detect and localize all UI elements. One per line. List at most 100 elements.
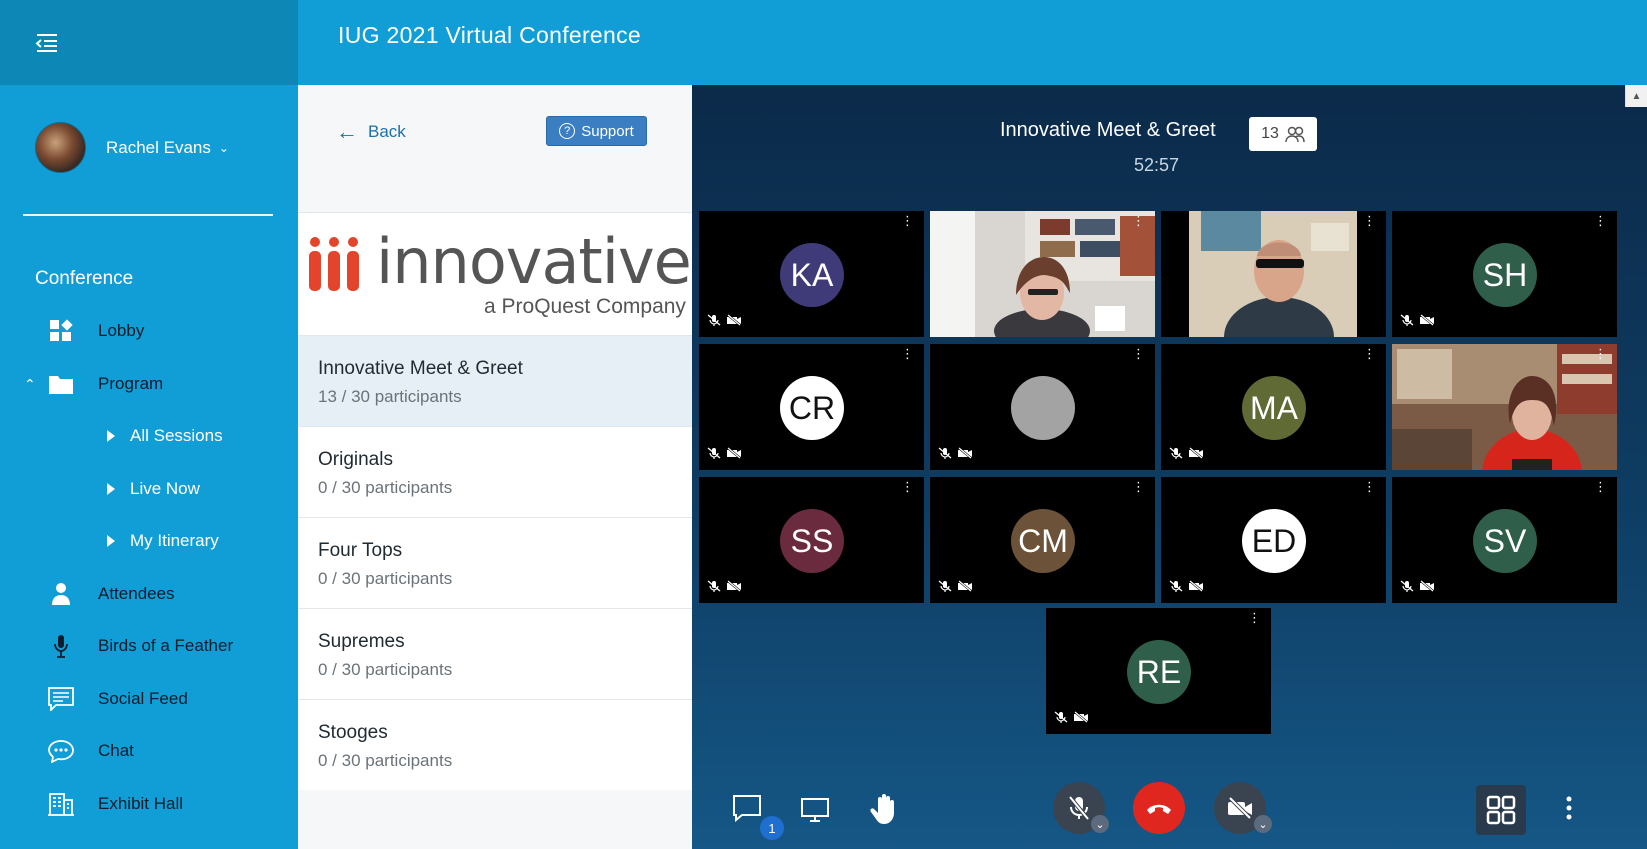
sidebar-item-label: Birds of a Feather: [98, 636, 234, 655]
sidebar-item-label: Chat: [98, 741, 134, 760]
user-name: Rachel Evans: [106, 137, 211, 157]
kebab-menu-icon[interactable]: ⋮: [1594, 480, 1607, 493]
sidebar-item-attendees[interactable]: Attendees: [0, 574, 298, 614]
chevron-down-icon: ⌄: [218, 140, 229, 155]
help-circle-icon: ?: [559, 123, 576, 139]
sidebar-item-my-itinerary[interactable]: My Itinerary: [0, 521, 298, 561]
participant-tile[interactable]: RE ⋮: [1046, 608, 1271, 734]
page-title: IUG 2021 Virtual Conference: [338, 22, 642, 48]
kebab-menu-icon[interactable]: ⋮: [901, 347, 914, 360]
sidebar-item-all-sessions[interactable]: All Sessions: [0, 416, 298, 456]
sidebar: Rachel Evans ⌄ Conference Lobby ⌃ Progra…: [0, 0, 298, 849]
comment-icon: [48, 686, 74, 712]
kebab-menu-icon: [1566, 796, 1572, 820]
room-count: 0 / 30 participants: [318, 660, 453, 679]
sidebar-item-birds-of-a-feather[interactable]: Birds of a Feather: [0, 626, 298, 666]
kebab-menu-icon[interactable]: ⋮: [1132, 214, 1145, 227]
participant-tile[interactable]: SV ⋮: [1392, 477, 1617, 603]
participant-initials: CM: [1011, 509, 1075, 573]
back-link[interactable]: ← Back: [336, 119, 406, 145]
participant-tile[interactable]: ⋮: [1392, 344, 1617, 470]
participant-video: [1161, 211, 1386, 337]
participant-tile[interactable]: CR ⋮: [699, 344, 924, 470]
camera-muted-icon: [726, 446, 742, 464]
room-item[interactable]: Innovative Meet & Greet 13 / 30 particip…: [298, 335, 692, 426]
microphone-muted-icon: [1400, 313, 1414, 331]
kebab-menu-icon[interactable]: ⋮: [901, 214, 914, 227]
room-item[interactable]: Stooges 0 / 30 participants: [298, 699, 692, 790]
participant-tile[interactable]: ⋮: [930, 344, 1155, 470]
chat-bubble-icon: [48, 738, 74, 764]
screen-share-button[interactable]: [800, 797, 830, 823]
sidebar-item-label: Social Feed: [98, 689, 188, 708]
chevron-down-icon[interactable]: ⌄: [1254, 815, 1272, 833]
meeting-timer: 52:57: [1134, 155, 1180, 175]
participant-tile[interactable]: ED ⋮: [1161, 477, 1386, 603]
scrollbar-up-arrow[interactable]: ▲: [1625, 85, 1647, 107]
microphone-icon: [48, 633, 74, 659]
leave-call-button[interactable]: [1133, 782, 1185, 834]
chevron-down-icon[interactable]: ⌄: [1091, 815, 1109, 833]
participant-tile[interactable]: MA ⋮: [1161, 344, 1386, 470]
sidebar-item-label: Exhibit Hall: [98, 794, 184, 813]
camera-muted-icon: [1419, 579, 1435, 597]
arrow-left-icon: ←: [336, 119, 358, 144]
sidebar-item-social-feed[interactable]: Social Feed: [0, 679, 298, 719]
sidebar-item-live-now[interactable]: Live Now: [0, 469, 298, 509]
room-count: 0 / 30 participants: [318, 478, 453, 497]
participant-initials: MA: [1242, 376, 1306, 440]
user-menu[interactable]: Rachel Evans ⌄: [35, 122, 229, 173]
participant-initials: ED: [1242, 509, 1306, 573]
kebab-menu-icon[interactable]: ⋮: [1248, 611, 1261, 624]
participant-video: [1392, 344, 1617, 470]
kebab-menu-icon[interactable]: ⋮: [901, 480, 914, 493]
room-count: 0 / 30 participants: [318, 751, 453, 770]
participant-tile[interactable]: ⋮: [1161, 211, 1386, 337]
sidebar-item-label: Program: [98, 374, 164, 393]
muted-status: [938, 579, 973, 597]
tile-view-button[interactable]: [1476, 785, 1526, 835]
sidebar-item-label: All Sessions: [130, 426, 223, 445]
participant-initials: SS: [780, 509, 844, 573]
participant-initials: RE: [1127, 640, 1191, 704]
participant-tile[interactable]: KA ⋮: [699, 211, 924, 337]
microphone-muted-icon: [707, 313, 721, 331]
sidebar-item-lobby[interactable]: Lobby: [0, 311, 298, 351]
camera-muted-icon: [1188, 446, 1204, 464]
room-item[interactable]: Supremes 0 / 30 participants: [298, 608, 692, 699]
participant-tile[interactable]: CM ⋮: [930, 477, 1155, 603]
participant-tile[interactable]: ⋮: [930, 211, 1155, 337]
sidebar-item-chat[interactable]: Chat: [0, 731, 298, 771]
muted-status: [1169, 446, 1204, 464]
room-item[interactable]: Originals 0 / 30 participants: [298, 426, 692, 517]
camera-muted-icon: [726, 313, 742, 331]
support-button[interactable]: ? Support: [546, 116, 647, 146]
room-name: Innovative Meet & Greet: [318, 358, 523, 379]
room-name: Four Tops: [318, 540, 403, 561]
participant-tile[interactable]: SS ⋮: [699, 477, 924, 603]
kebab-menu-icon[interactable]: ⋮: [1363, 214, 1376, 227]
participant-count-badge[interactable]: 13: [1249, 117, 1317, 151]
room-count: 0 / 30 participants: [318, 569, 453, 588]
folder-icon: [48, 371, 74, 397]
sidebar-item-program[interactable]: ⌃ Program: [0, 364, 298, 404]
dashboard-icon: [48, 318, 74, 344]
chat-unread-badge: 1: [760, 816, 784, 840]
more-options-button[interactable]: [1566, 796, 1572, 820]
sidebar-item-exhibit-hall[interactable]: Exhibit Hall: [0, 784, 298, 824]
kebab-menu-icon[interactable]: ⋮: [1363, 480, 1376, 493]
kebab-menu-icon[interactable]: ⋮: [1594, 214, 1607, 227]
kebab-menu-icon[interactable]: ⋮: [1594, 347, 1607, 360]
kebab-menu-icon[interactable]: ⋮: [1132, 480, 1145, 493]
raise-hand-button[interactable]: [870, 793, 898, 825]
participant-tile[interactable]: SH ⋮: [1392, 211, 1617, 337]
logo-word: innovative: [376, 225, 692, 298]
room-item[interactable]: Four Tops 0 / 30 participants: [298, 517, 692, 608]
phone-hangup-icon: [1147, 804, 1171, 814]
kebab-menu-icon[interactable]: ⋮: [1132, 347, 1145, 360]
collapse-menu-icon[interactable]: [35, 33, 59, 53]
back-label: Back: [368, 122, 406, 141]
camera-muted-icon: [957, 579, 973, 597]
chat-button[interactable]: [732, 794, 762, 822]
kebab-menu-icon[interactable]: ⋮: [1363, 347, 1376, 360]
